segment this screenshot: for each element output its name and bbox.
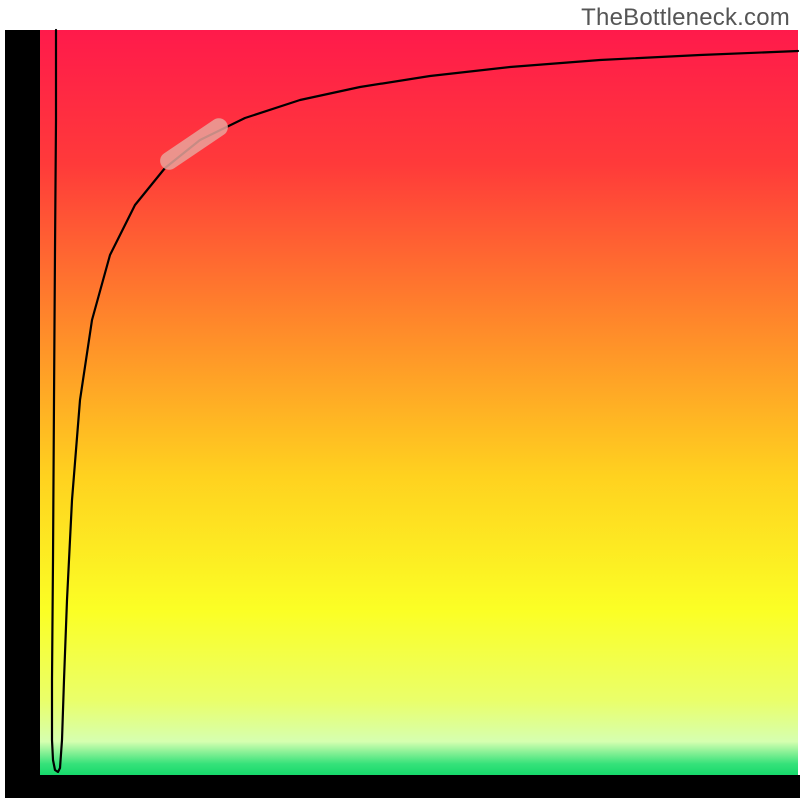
chart-stage: TheBottleneck.com (0, 0, 800, 800)
plot-area (40, 30, 798, 775)
watermark-text: TheBottleneck.com (581, 4, 790, 32)
x-axis (5, 775, 800, 798)
chart-svg (0, 0, 800, 800)
y-axis (5, 30, 40, 798)
